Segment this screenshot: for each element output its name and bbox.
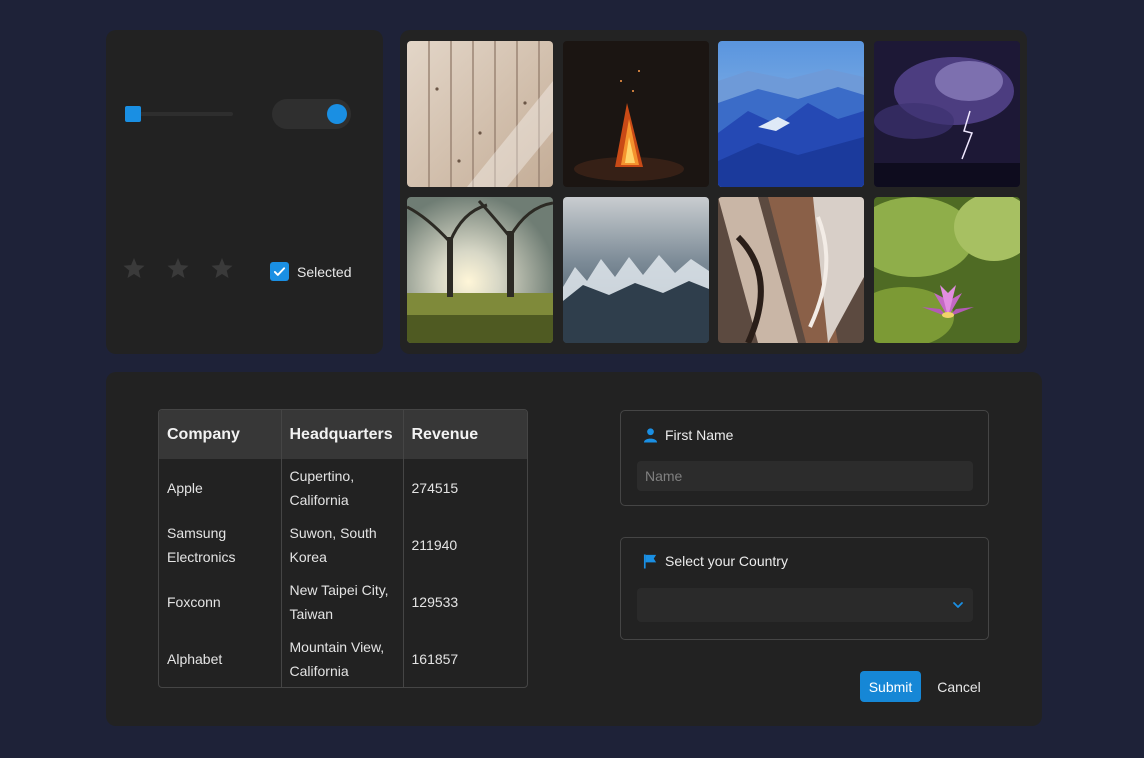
first-name-fieldset: First Name bbox=[620, 410, 989, 506]
metal-sculpture-photo[interactable] bbox=[718, 197, 864, 343]
star-icon[interactable] bbox=[166, 256, 190, 280]
table-cell: Samsung Electronics bbox=[159, 516, 282, 573]
table-row: Alphabet Mountain View, California 16185… bbox=[159, 630, 527, 687]
country-fieldset: Select your Country bbox=[620, 537, 989, 640]
checkmark-icon bbox=[273, 267, 286, 276]
table-cell: New Taipei City, Taiwan bbox=[281, 573, 404, 630]
table-row: Foxconn New Taipei City, Taiwan 129533 bbox=[159, 573, 527, 630]
campfire-photo[interactable] bbox=[563, 41, 709, 187]
checkbox[interactable] bbox=[270, 262, 289, 281]
star-icon[interactable] bbox=[122, 256, 146, 280]
slider[interactable] bbox=[125, 106, 233, 122]
form-panel: Company Headquarters Revenue Apple Cuper… bbox=[106, 372, 1042, 726]
controls-panel: Selected bbox=[106, 30, 383, 354]
flag-icon bbox=[643, 554, 657, 569]
slider-track[interactable] bbox=[125, 112, 233, 116]
slider-thumb[interactable] bbox=[125, 106, 141, 122]
toggle-knob[interactable] bbox=[327, 104, 347, 124]
chevron-down-icon[interactable] bbox=[951, 598, 965, 612]
table-cell: 129533 bbox=[411, 593, 459, 610]
checkbox-label: Selected bbox=[297, 263, 352, 280]
cancel-button[interactable]: Cancel bbox=[928, 671, 990, 702]
table-cell: Mountain View, California bbox=[281, 630, 404, 687]
star-icon[interactable] bbox=[210, 256, 234, 280]
lotus-flower-photo[interactable] bbox=[874, 197, 1020, 343]
column-header: Headquarters bbox=[281, 410, 404, 459]
country-label: Select your Country bbox=[665, 553, 788, 569]
table-cell: 274515 bbox=[411, 479, 459, 496]
blue-mountains-photo[interactable] bbox=[718, 41, 864, 187]
ice-crystals-photo[interactable] bbox=[563, 197, 709, 343]
table-row: Samsung Electronics Suwon, South Korea 2… bbox=[159, 516, 527, 573]
first-name-label: First Name bbox=[665, 427, 734, 443]
wood-planks-photo[interactable] bbox=[407, 41, 553, 187]
star-rating[interactable] bbox=[122, 256, 234, 280]
image-gallery bbox=[400, 30, 1027, 354]
country-select[interactable] bbox=[637, 588, 973, 622]
column-header: Company bbox=[159, 410, 282, 459]
column-header: Revenue bbox=[403, 410, 527, 459]
table-cell: Foxconn bbox=[159, 573, 282, 630]
table-header-row: Company Headquarters Revenue bbox=[159, 410, 527, 459]
lightning-storm-photo[interactable] bbox=[874, 41, 1020, 187]
country-legend: Select your Country bbox=[643, 553, 788, 569]
table-cell: Suwon, South Korea bbox=[281, 516, 404, 573]
table-cell: Apple bbox=[159, 459, 282, 516]
table-cell: 161857 bbox=[411, 650, 459, 667]
person-icon bbox=[643, 428, 658, 443]
first-name-legend: First Name bbox=[643, 427, 733, 443]
table-cell: Cupertino, California bbox=[281, 459, 404, 516]
company-table: Company Headquarters Revenue Apple Cuper… bbox=[158, 409, 528, 688]
toggle-switch[interactable] bbox=[272, 99, 351, 129]
first-name-input[interactable] bbox=[637, 461, 973, 491]
submit-button[interactable]: Submit bbox=[860, 671, 921, 702]
table-cell: Alphabet bbox=[159, 630, 282, 687]
table-cell: 211940 bbox=[411, 536, 458, 553]
selected-checkbox-row[interactable]: Selected bbox=[270, 262, 351, 281]
table-row: Apple Cupertino, California 274515 bbox=[159, 459, 527, 516]
trees-sunset-photo[interactable] bbox=[407, 197, 553, 343]
